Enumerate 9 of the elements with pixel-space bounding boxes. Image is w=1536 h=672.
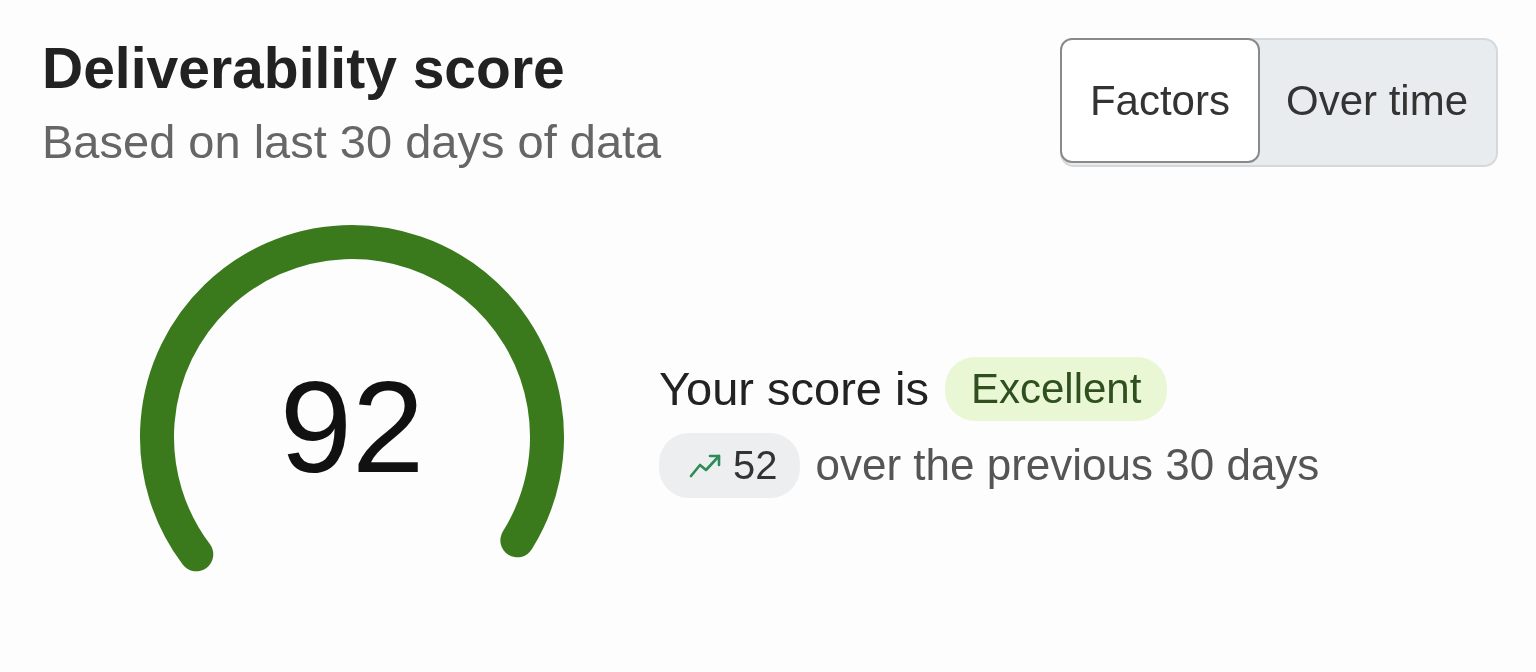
card-title: Deliverability score <box>42 38 566 98</box>
rating-badge: Excellent <box>944 356 1168 421</box>
change-pill: 52 <box>659 432 800 498</box>
card-subtitle: Based on last 30 days of data <box>42 118 662 166</box>
score-label: Your score is <box>659 361 929 416</box>
change-description: over the previous 30 days <box>815 440 1320 490</box>
trend-up-icon <box>689 452 723 478</box>
segment-tab[interactable]: Factors <box>1059 38 1260 163</box>
score-value: 92 <box>278 362 426 492</box>
